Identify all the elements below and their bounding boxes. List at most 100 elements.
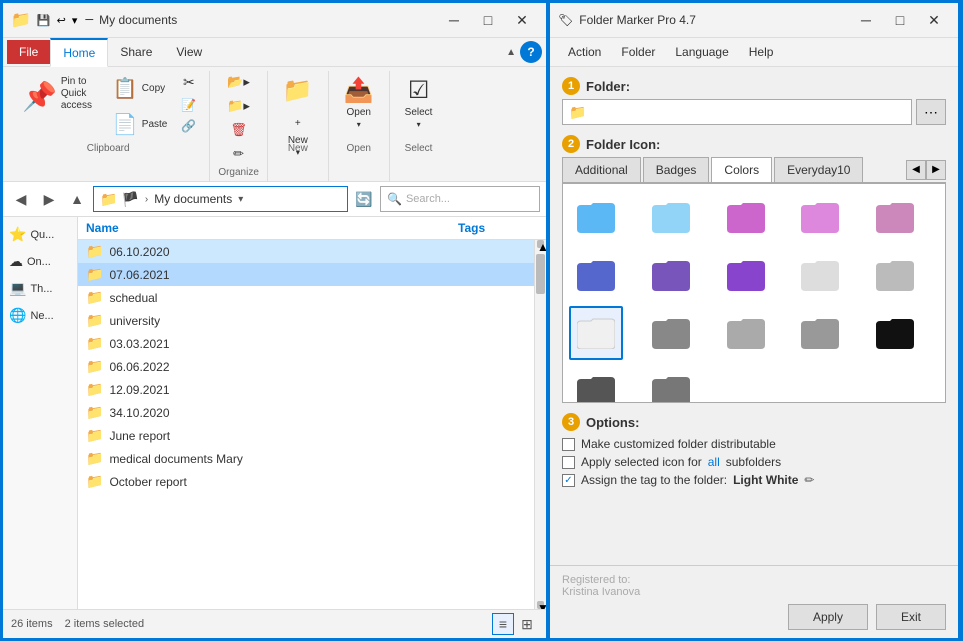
copy-button[interactable]: 📋 Copy (106, 71, 174, 105)
file-item[interactable]: 📁 university (78, 309, 534, 332)
subfolders-option[interactable]: Apply selected icon for all subfolders (562, 453, 946, 471)
open-label: Open (346, 107, 370, 118)
ribbon-group-organize: 📂▸ 📁▸ 🗑 ✏ Organize (210, 71, 268, 181)
subfolders-checkbox[interactable] (562, 456, 575, 469)
explorer-close-button[interactable]: ✕ (506, 9, 538, 31)
tags-column-header[interactable]: Tags (458, 221, 538, 235)
explorer-maximize-button[interactable]: □ (472, 9, 504, 31)
sidebar: ⭐ Qu... ☁ On... 💻 Th... 🌐 Ne... (3, 217, 78, 609)
tab-additional[interactable]: Additional (562, 157, 641, 182)
icon-cell-8[interactable] (793, 248, 847, 302)
distributable-checkbox[interactable] (562, 438, 575, 451)
file-item[interactable]: 📁 12.09.2021 (78, 378, 534, 401)
file-scrollbar[interactable]: ▲ ▼ (534, 240, 546, 609)
icon-cell-15[interactable] (569, 364, 623, 403)
file-item[interactable]: 📁 34.10.2020 (78, 401, 534, 424)
refresh-button[interactable]: 🔄 (352, 187, 376, 211)
tab-badges[interactable]: Badges (643, 157, 710, 182)
select-button[interactable]: ☑ Select ▾ (398, 71, 440, 141)
icon-cell-6[interactable] (644, 248, 698, 302)
file-item[interactable]: 📁 06.06.2022 (78, 355, 534, 378)
exit-button[interactable]: Exit (876, 604, 946, 630)
icon-cell-4[interactable] (868, 190, 922, 244)
icon-cell-1[interactable] (644, 190, 698, 244)
menu-help[interactable]: Help (739, 42, 784, 62)
forward-button[interactable]: ▶ (37, 187, 61, 211)
sidebar-item-thispc[interactable]: 💻 Th... (3, 275, 77, 302)
copy-to-button[interactable]: 📁▸ (222, 95, 255, 117)
delete-button[interactable]: 🗑 (222, 119, 255, 141)
icon-cell-12[interactable] (719, 306, 773, 360)
search-placeholder: Search... (406, 193, 450, 205)
rename-button[interactable]: ✏ (222, 143, 255, 165)
tag-edit-icon[interactable]: ✏ (804, 473, 814, 487)
distributable-option[interactable]: Make customized folder distributable (562, 435, 946, 453)
apply-button[interactable]: Apply (788, 604, 868, 630)
new-button[interactable]: 📁+ New ▾ (276, 71, 320, 141)
move-to-button[interactable]: 📂▸ (222, 71, 255, 93)
scroll-thumb[interactable] (536, 254, 545, 294)
ribbon-collapse[interactable]: ▲ (502, 43, 520, 62)
tab-next-button[interactable]: ▶ (926, 160, 946, 180)
fm-close-button[interactable]: ✕ (918, 9, 950, 31)
folder-path-input[interactable]: 📁 (562, 99, 912, 125)
help-button[interactable]: ? (520, 41, 542, 63)
tab-everyday10[interactable]: Everyday10 (774, 157, 863, 182)
name-column-header[interactable]: Name (86, 221, 458, 235)
file-item[interactable]: 📁 schedual (78, 286, 534, 309)
menu-action[interactable]: Action (558, 42, 611, 62)
qat-dropdown[interactable]: ▾ (72, 14, 78, 27)
qat-undo[interactable]: ↩ (57, 14, 66, 27)
open-button[interactable]: 📤 Open ▾ (337, 71, 381, 141)
tiles-view-button[interactable]: ⊞ (516, 613, 538, 635)
tab-prev-button[interactable]: ◀ (906, 160, 926, 180)
menu-language[interactable]: Language (665, 42, 738, 62)
paste-shortcut-button[interactable]: 🔗 (176, 116, 201, 136)
sidebar-item-onedrive[interactable]: ☁ On... (3, 248, 77, 275)
folder-browse-button[interactable]: ⋯ (916, 99, 946, 125)
icon-cell-13[interactable] (793, 306, 847, 360)
icon-cell-14[interactable] (868, 306, 922, 360)
icon-cell-7[interactable] (719, 248, 773, 302)
icon-cell-10[interactable] (569, 306, 623, 360)
cut-button[interactable]: ✂ (176, 71, 201, 94)
up-button[interactable]: ▲ (65, 187, 89, 211)
sidebar-item-quick[interactable]: ⭐ Qu... (3, 221, 77, 248)
tab-home[interactable]: Home (50, 38, 108, 67)
icon-cell-3[interactable] (793, 190, 847, 244)
qat-save[interactable]: 💾 (37, 14, 51, 27)
pin-button[interactable]: 📌 Pin to Quick access (15, 71, 104, 141)
file-item[interactable]: 📁 03.03.2021 (78, 332, 534, 355)
tab-file[interactable]: File (7, 40, 50, 64)
tab-share[interactable]: Share (108, 39, 164, 65)
icon-cell-5[interactable] (569, 248, 623, 302)
sidebar-item-network[interactable]: 🌐 Ne... (3, 302, 77, 329)
file-item[interactable]: 📁 07.06.2021 (78, 263, 534, 286)
fm-maximize-button[interactable]: □ (884, 9, 916, 31)
menu-folder[interactable]: Folder (611, 42, 665, 62)
search-box[interactable]: 🔍 Search... (380, 186, 540, 212)
fm-minimize-button[interactable]: ─ (850, 9, 882, 31)
file-item[interactable]: 📁 October report (78, 470, 534, 493)
address-bar[interactable]: 📁 🏴 › My documents ▾ (93, 186, 348, 212)
icon-cell-2[interactable] (719, 190, 773, 244)
open-icon: 📤 (344, 76, 374, 105)
ribbon-group-open: 📤 Open ▾ Open (329, 71, 390, 181)
icon-cell-11[interactable] (644, 306, 698, 360)
paste-button[interactable]: 📄 Paste (106, 107, 174, 141)
explorer-minimize-button[interactable]: ─ (438, 9, 470, 31)
copy-path-button[interactable]: 📝 (176, 95, 201, 115)
back-button[interactable]: ◀ (9, 187, 33, 211)
explorer-window-controls: ─ □ ✕ (438, 9, 538, 31)
tag-checkbox[interactable] (562, 474, 575, 487)
tab-view[interactable]: View (164, 39, 214, 65)
file-item[interactable]: 📁 06.10.2020 (78, 240, 534, 263)
icon-cell-16[interactable] (644, 364, 698, 403)
details-view-button[interactable]: ≡ (492, 613, 514, 635)
tab-colors[interactable]: Colors (711, 157, 772, 182)
file-item[interactable]: 📁 June report (78, 424, 534, 447)
icon-cell-0[interactable] (569, 190, 623, 244)
file-item[interactable]: 📁 medical documents Mary (78, 447, 534, 470)
organize-col: 📂▸ 📁▸ 🗑 ✏ (222, 71, 255, 165)
icon-cell-9[interactable] (868, 248, 922, 302)
